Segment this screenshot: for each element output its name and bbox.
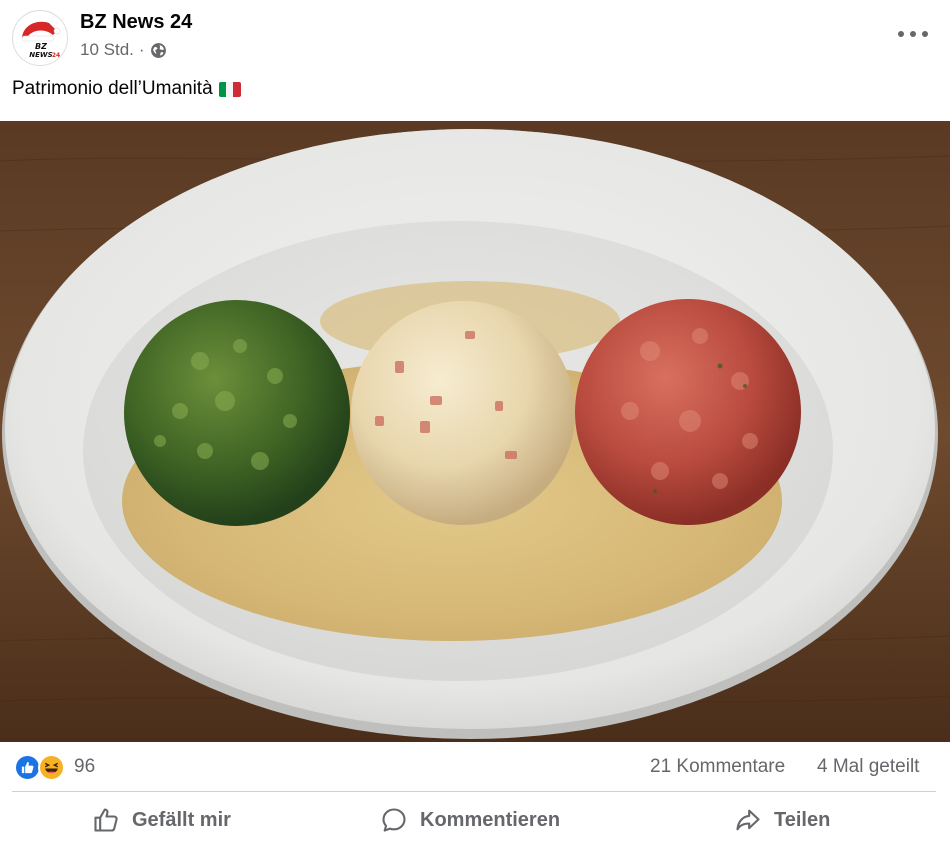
page-avatar[interactable]: BZ NEWS 24 [12,10,68,66]
share-icon [736,809,760,831]
post-time[interactable]: 10 Std. [80,40,134,60]
italy-flag-icon [218,81,241,97]
comment-button-label: Kommentieren [420,808,561,831]
svg-text:NEWS: NEWS [29,51,52,59]
thumbs-up-icon [94,808,118,832]
comment-button[interactable]: Kommentieren [380,800,560,840]
share-button[interactable]: Teilen [734,800,830,840]
more-options-button[interactable] [898,22,928,46]
like-button-label: Gefällt mir [132,808,231,831]
share-button-label: Teilen [774,808,831,831]
more-options-dot [922,31,928,37]
engagement-bar: 96 21 Kommentare 4 Mal geteilt [0,748,950,788]
shares-count[interactable]: 4 Mal geteilt [817,756,919,778]
divider [12,791,936,792]
svg-text:24: 24 [52,52,60,59]
reaction-count[interactable]: 96 [74,756,95,778]
post-meta: 10 Std. · [80,40,167,60]
more-options-icon [898,31,904,37]
reaction-icons[interactable] [14,754,70,782]
post-caption: Patrimonio dell’Umanità [12,78,241,100]
haha-reaction-icon [38,754,65,781]
like-button[interactable]: Gefällt mir [92,800,231,840]
globe-icon [150,42,166,58]
page-name[interactable]: BZ News 24 [80,11,192,34]
comment-icon [382,808,406,832]
post-header: BZ NEWS 24 BZ News 24 10 Std. · [0,0,950,70]
post-image[interactable] [0,121,950,742]
svg-text:BZ: BZ [35,42,47,51]
like-reaction-icon [14,754,41,781]
action-bar: Gefällt mir Kommentieren Teilen [0,796,950,844]
meta-separator: · [138,40,145,59]
more-options-dot [910,31,916,37]
comments-count[interactable]: 21 Kommentare [650,756,785,778]
caption-text: Patrimonio dell’Umanità [12,78,213,99]
